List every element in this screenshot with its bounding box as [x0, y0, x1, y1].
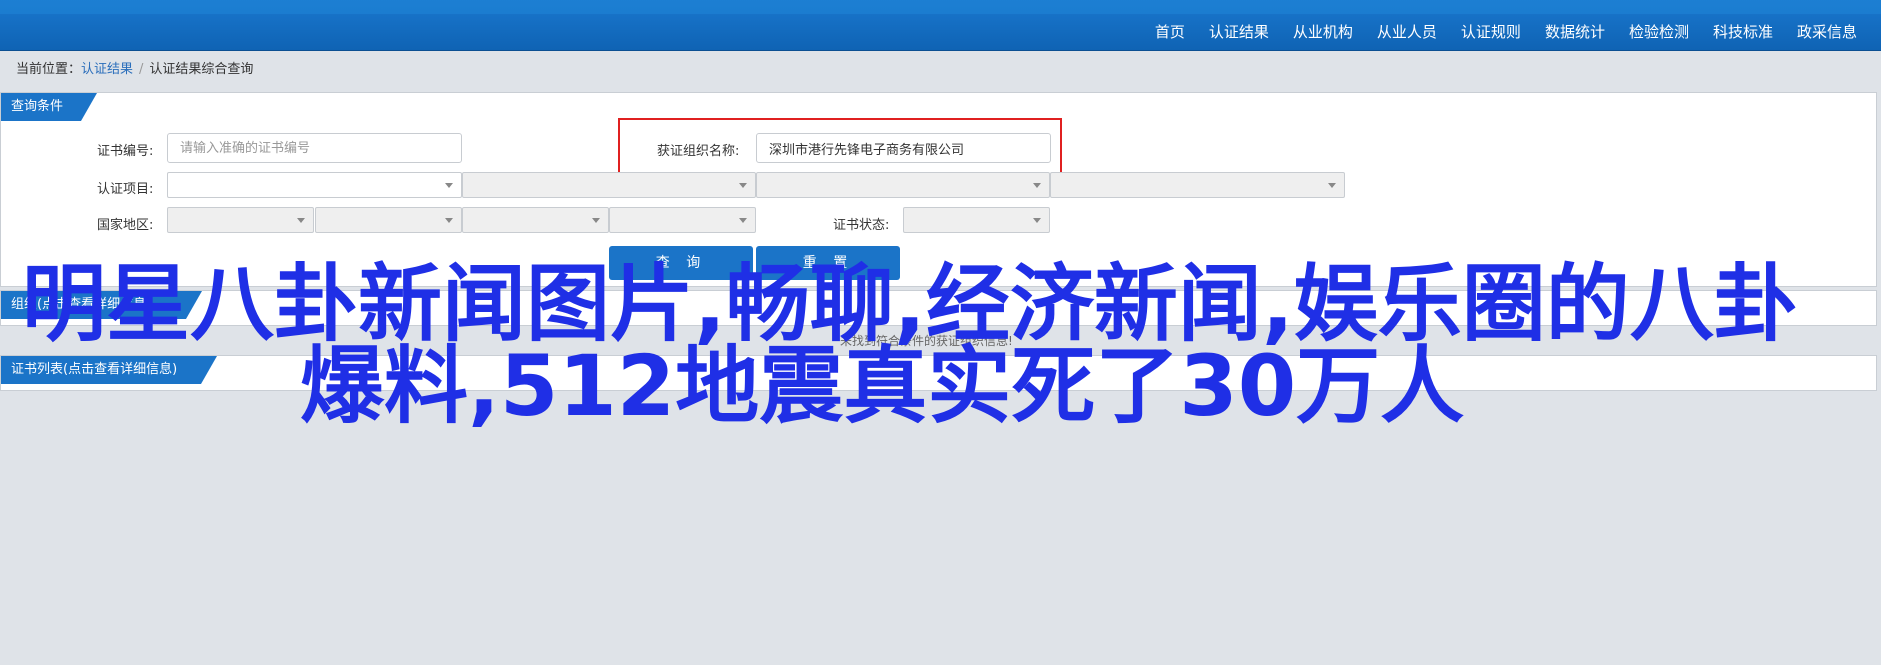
chevron-down-icon: [1033, 183, 1041, 188]
chevron-down-icon: [297, 218, 305, 223]
nav-tech-standards[interactable]: 科技标准: [1701, 14, 1785, 50]
region-label: 国家地区:: [97, 218, 154, 233]
chevron-down-icon: [1328, 183, 1336, 188]
nav-cert-rules[interactable]: 认证规则: [1449, 14, 1533, 50]
breadcrumb: 当前位置：认证结果 / 认证结果综合查询: [16, 58, 253, 77]
chevron-down-icon: [739, 183, 747, 188]
top-nav-bar: 首页 认证结果 从业机构 从业人员 认证规则 数据统计 检验检测 科技标准 政采…: [0, 0, 1881, 51]
nav-practitioners[interactable]: 从业人员: [1365, 14, 1449, 50]
chevron-down-icon: [592, 218, 600, 223]
nav-cert-results[interactable]: 认证结果: [1197, 14, 1281, 50]
nav-home[interactable]: 首页: [1143, 14, 1197, 50]
overlay-text-line-2: 爆料,512地震真实死了30万人: [300, 337, 1465, 435]
cert-no-input[interactable]: [167, 133, 462, 163]
chevron-down-icon: [445, 218, 453, 223]
nav-institutions[interactable]: 从业机构: [1281, 14, 1365, 50]
breadcrumb-prefix: 当前位置：: [16, 62, 82, 77]
breadcrumb-current: 认证结果综合查询: [149, 62, 254, 77]
region-select-2[interactable]: [315, 207, 462, 233]
cert-project-select-1[interactable]: [167, 172, 462, 198]
cert-no-label: 证书编号:: [97, 144, 154, 159]
cert-status-label: 证书状态:: [833, 218, 890, 233]
main-nav: 首页 认证结果 从业机构 从业人员 认证规则 数据统计 检验检测 科技标准 政采…: [1143, 14, 1869, 50]
chevron-down-icon: [445, 183, 453, 188]
cert-list-panel-tab[interactable]: 证书列表(点击查看详细信息): [1, 356, 217, 384]
region-select-3[interactable]: [462, 207, 609, 233]
header-banner-strip: [0, 0, 1881, 14]
cert-project-select-3[interactable]: [756, 172, 1050, 198]
breadcrumb-separator: /: [139, 62, 144, 77]
nav-procurement[interactable]: 政采信息: [1785, 14, 1869, 50]
cert-project-select-2[interactable]: [462, 172, 756, 198]
region-select-1[interactable]: [167, 207, 314, 233]
org-name-input[interactable]: [756, 133, 1051, 163]
chevron-down-icon: [1033, 218, 1041, 223]
cert-status-select[interactable]: [903, 207, 1050, 233]
region-select-4[interactable]: [609, 207, 756, 233]
cert-project-select-4[interactable]: [1050, 172, 1345, 198]
query-panel-tab: 查询条件: [1, 93, 97, 121]
org-name-label: 获证组织名称:: [657, 144, 740, 159]
nav-inspection[interactable]: 检验检测: [1617, 14, 1701, 50]
cert-project-label: 认证项目:: [97, 182, 154, 197]
nav-statistics[interactable]: 数据统计: [1533, 14, 1617, 50]
breadcrumb-link-cert-results[interactable]: 认证结果: [81, 62, 133, 77]
chevron-down-icon: [739, 218, 747, 223]
